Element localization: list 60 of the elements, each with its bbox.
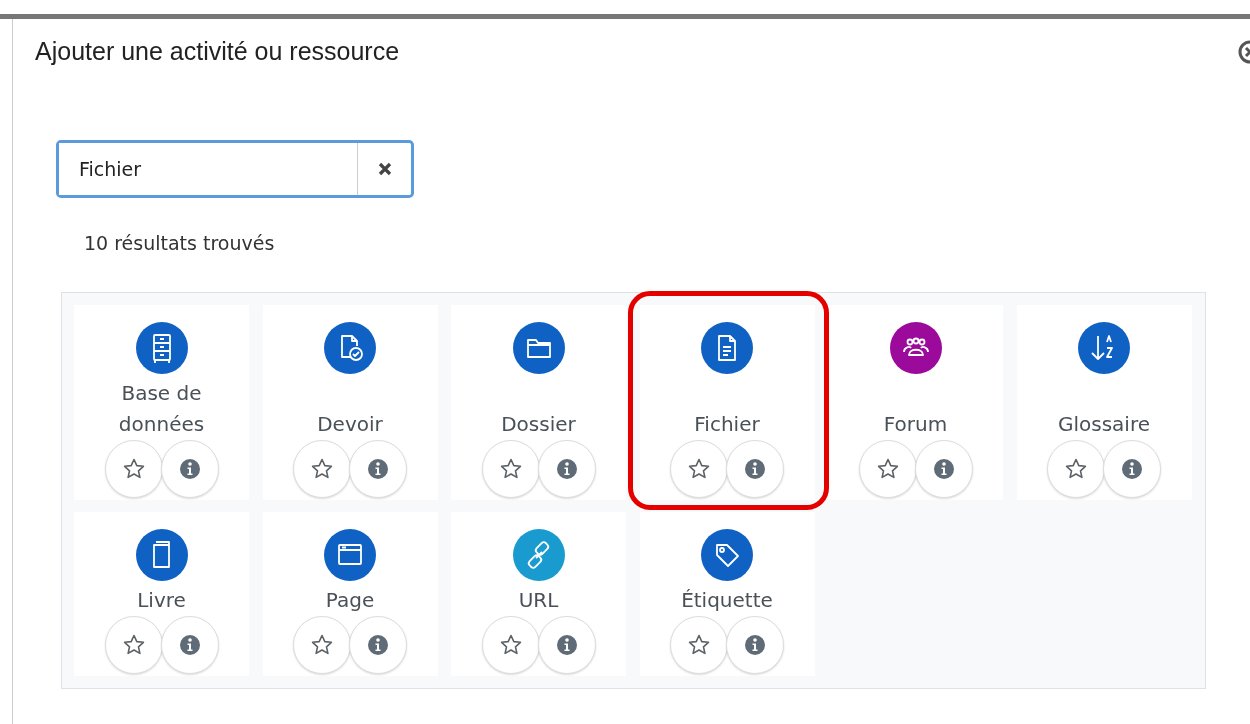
results-count: 10 résultats trouvés	[84, 232, 276, 254]
star-icon	[875, 457, 900, 481]
info-icon	[1120, 457, 1144, 481]
search-field[interactable]: Fichier	[56, 140, 414, 198]
activity-name: URL	[517, 587, 560, 614]
info-icon	[554, 633, 579, 657]
star-button[interactable]	[1047, 440, 1105, 498]
activity-name: Forum	[882, 411, 949, 438]
info-icon	[931, 457, 956, 481]
activity-card[interactable]: Page	[262, 512, 438, 676]
info-button[interactable]	[726, 616, 784, 674]
star-icon	[121, 457, 146, 481]
activity-name: Livre	[136, 587, 187, 614]
star-button[interactable]	[293, 616, 351, 674]
activity-card[interactable]: Livre	[74, 512, 249, 676]
star-icon	[310, 633, 334, 657]
activity-name: Glossaire	[1057, 411, 1151, 438]
activity-name: Devoir	[316, 411, 384, 438]
info-button[interactable]	[349, 616, 407, 674]
clear-button[interactable]	[357, 143, 411, 195]
star-button[interactable]	[293, 440, 351, 498]
activity-card[interactable]: Base de données	[74, 305, 249, 500]
activity-name: Dossier	[500, 411, 577, 438]
star-icon	[498, 457, 523, 481]
info-icon	[554, 457, 579, 481]
activity-card[interactable]: Glossaire	[1016, 305, 1192, 500]
activity-card[interactable]: URL	[451, 512, 626, 676]
info-button[interactable]	[537, 440, 596, 498]
activity-name: Base de données	[117, 380, 206, 438]
info-button[interactable]	[1103, 440, 1161, 498]
star-icon	[687, 633, 711, 657]
info-icon	[177, 633, 202, 657]
info-button[interactable]	[726, 440, 784, 498]
info-button[interactable]	[160, 440, 219, 498]
activity-name: Page	[324, 587, 376, 614]
activity-name: Étiquette	[680, 587, 774, 614]
info-button[interactable]	[914, 440, 973, 498]
info-button[interactable]	[537, 616, 596, 674]
star-icon	[121, 633, 146, 657]
star-icon	[498, 633, 523, 657]
info-button[interactable]	[160, 616, 219, 674]
star-button[interactable]	[670, 440, 728, 498]
info-button[interactable]	[349, 440, 407, 498]
info-icon	[743, 457, 767, 481]
dialog-title: Ajouter une activité ou ressource	[35, 37, 400, 66]
activity-card[interactable]: Étiquette	[639, 512, 815, 676]
clear-icon	[376, 161, 393, 177]
info-icon	[177, 457, 202, 481]
activity-card[interactable]: Dossier	[451, 305, 626, 500]
info-icon	[366, 633, 390, 657]
info-icon	[743, 633, 767, 657]
activity-card[interactable]: Devoir	[262, 305, 438, 500]
star-button[interactable]	[670, 616, 728, 674]
star-icon	[310, 457, 334, 481]
star-icon	[1064, 457, 1088, 481]
activity-name: Fichier	[693, 411, 761, 438]
star-icon	[687, 457, 711, 481]
activity-card[interactable]: Forum	[828, 305, 1003, 500]
info-icon	[366, 457, 390, 481]
activity-card[interactable]: Fichier	[639, 305, 815, 500]
